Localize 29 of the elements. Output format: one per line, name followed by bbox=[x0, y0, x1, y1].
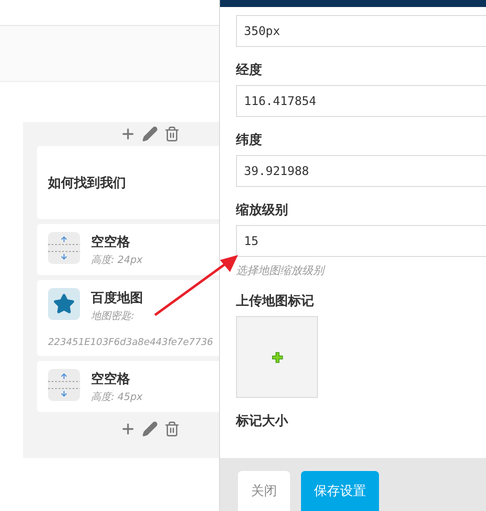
module-card[interactable]: 如何找到我们 bbox=[37, 146, 219, 219]
module-card[interactable]: 空空格 高度: 45px bbox=[37, 361, 219, 412]
field-hint: 选择地图缩放级别 bbox=[236, 263, 326, 278]
module-card[interactable]: 空空格 高度: 24px bbox=[37, 224, 219, 275]
field-label: 标记大小 bbox=[236, 413, 290, 430]
module-detail: 高度: 45px bbox=[91, 390, 143, 404]
module-name: 百度地图 bbox=[91, 290, 143, 307]
delete-button[interactable] bbox=[163, 420, 181, 438]
module-card[interactable]: 百度地图 地图密匙: 223451E103F6d3a8e443fe7e7736 bbox=[37, 280, 219, 356]
field-label: 缩放级别 bbox=[236, 202, 289, 219]
edit-button[interactable] bbox=[141, 125, 159, 143]
module-detail: 高度: 24px bbox=[91, 254, 143, 267]
module-detail: 地图密匙: bbox=[91, 310, 136, 323]
module-name: 空空格 bbox=[91, 234, 131, 251]
text-field[interactable]: 116.417854 bbox=[236, 85, 486, 117]
card-title: 如何找到我们 bbox=[48, 176, 126, 191]
map-key: 223451E103F6d3a8e443fe7e7736 bbox=[48, 337, 219, 348]
field-label: 上传地图标记 bbox=[236, 293, 315, 310]
text-field[interactable]: 15 bbox=[236, 225, 486, 257]
field-label: 经度 bbox=[236, 62, 263, 79]
star-icon bbox=[53, 293, 75, 315]
edit-button[interactable] bbox=[141, 420, 159, 438]
text-field[interactable]: 350px bbox=[236, 15, 486, 47]
field-label: 纬度 bbox=[236, 132, 263, 149]
delete-button[interactable] bbox=[163, 125, 181, 143]
text-field[interactable]: 39.921988 bbox=[236, 155, 486, 187]
plus-icon bbox=[272, 352, 282, 362]
module-name: 空空格 bbox=[91, 370, 131, 388]
close-button[interactable]: 关闭 bbox=[238, 471, 290, 511]
